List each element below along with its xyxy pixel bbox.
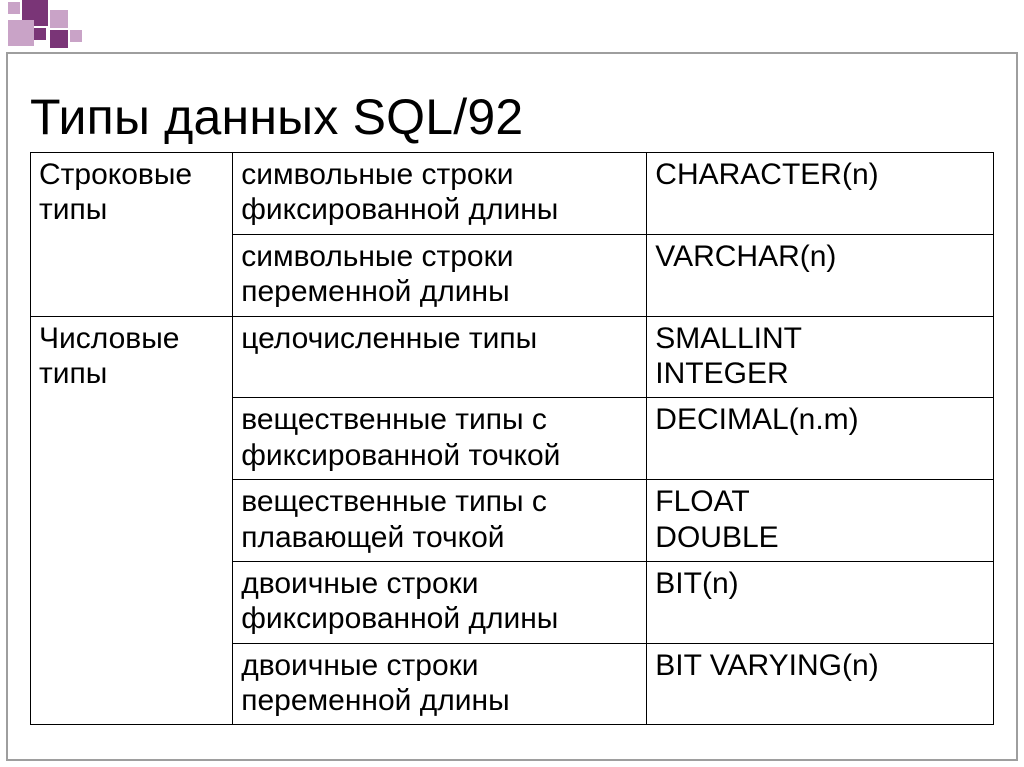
types-cell: VARCHAR(n) [647,234,994,316]
table-row: Числовые типы целочисленные типы SMALLIN… [31,316,994,398]
types-cell: CHARACTER(n) [647,153,994,235]
type-value: DECIMAL(n.m) [655,402,985,437]
type-value: SMALLINT [655,321,985,356]
type-value: VARCHAR(n) [655,239,985,274]
types-cell: FLOAT DOUBLE [647,480,994,562]
type-value: BIT VARYING(n) [655,648,985,683]
category-cell: Строковые типы [31,153,233,317]
category-cell: Числовые типы [31,316,233,725]
types-cell: SMALLINT INTEGER [647,316,994,398]
type-value: FLOAT [655,484,985,519]
desc-cell: двоичные строки переменной длины [233,643,647,725]
slide-content: Типы данных SQL/92 Строковые типы символ… [30,88,994,725]
datatypes-table: Строковые типы символьные строки фиксиро… [30,152,994,725]
type-value: DOUBLE [655,520,985,555]
type-value: CHARACTER(n) [655,157,985,192]
desc-cell: символьные строки переменной длины [233,234,647,316]
page-title: Типы данных SQL/92 [30,88,994,146]
table-row: Строковые типы символьные строки фиксиро… [31,153,994,235]
desc-cell: вещественные типы с фиксированной точкой [233,398,647,480]
desc-cell: символьные строки фиксированной длины [233,153,647,235]
desc-cell: целочисленные типы [233,316,647,398]
type-value: BIT(n) [655,566,985,601]
desc-cell: двоичные строки фиксированной длины [233,561,647,643]
type-value: INTEGER [655,356,985,391]
types-cell: BIT VARYING(n) [647,643,994,725]
desc-cell: вещественные типы с плавающей точкой [233,480,647,562]
types-cell: BIT(n) [647,561,994,643]
types-cell: DECIMAL(n.m) [647,398,994,480]
